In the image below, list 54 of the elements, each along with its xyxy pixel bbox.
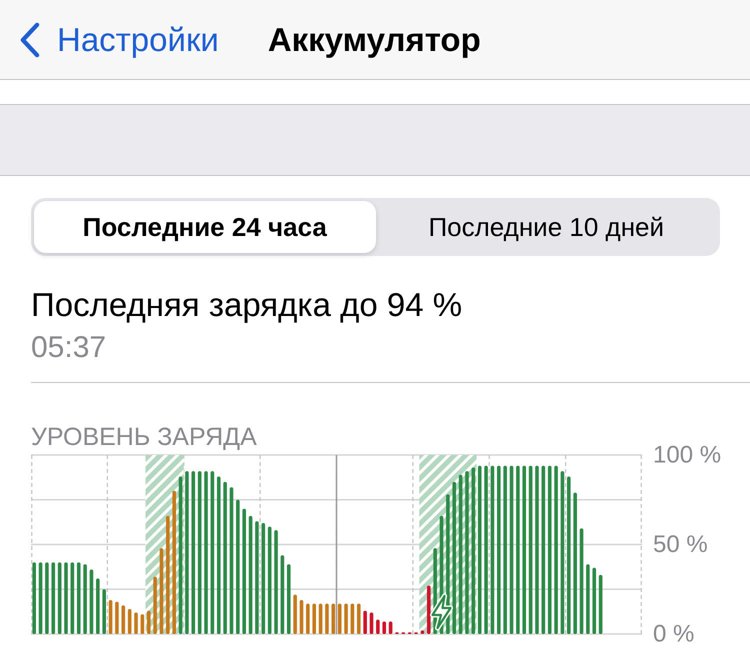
chart-bar: [592, 568, 596, 634]
chart-bar: [70, 562, 74, 634]
page-title: Аккумулятор: [268, 20, 481, 58]
chart-bar: [96, 578, 100, 634]
chart-bar: [318, 604, 322, 634]
chart-bar: [312, 604, 316, 634]
chart-bar: [128, 608, 132, 634]
chart-bar: [598, 574, 602, 634]
chart-bar: [38, 562, 42, 634]
chart-bar: [350, 604, 354, 634]
back-button[interactable]: Настройки: [18, 20, 219, 58]
chart-bar: [382, 621, 386, 634]
chart-bar: [146, 610, 151, 634]
chart-bar: [102, 589, 106, 634]
chart-bar: [58, 562, 62, 634]
chart-bar: [286, 564, 291, 634]
chart-bar: [363, 610, 367, 634]
chart-bar: [300, 600, 304, 634]
chart-bar: [32, 562, 36, 634]
chart-bar: [140, 614, 144, 634]
chart-bar: [586, 564, 590, 634]
chart-bar: [356, 604, 361, 634]
lightning-bolt-icon: [430, 594, 454, 630]
y-axis-label: 100 %: [653, 442, 722, 468]
chart-bar: [376, 620, 380, 634]
chart-bar: [45, 562, 49, 634]
segment-tab[interactable]: Последние 24 часа: [34, 201, 376, 253]
chart-bar: [76, 562, 81, 634]
chart-bar: [90, 570, 94, 634]
chart-bar: [370, 612, 374, 634]
chart-bar: [293, 594, 297, 634]
segment-tab[interactable]: Последние 10 дней: [376, 201, 717, 253]
chart-bar: [338, 604, 342, 634]
chart-bar: [51, 562, 56, 634]
chart-bar: [306, 604, 310, 634]
last-charge-title: Последняя зарядка до 94 %: [31, 286, 464, 324]
chart-bar: [153, 576, 157, 634]
chart-title: УРОВЕНЬ ЗАРЯДА: [31, 423, 258, 451]
chart-bar: [332, 604, 336, 634]
chart-bar: [121, 605, 126, 634]
chart-bar: [134, 612, 138, 634]
chart-bar: [115, 602, 119, 634]
y-axis-label: 50 %: [653, 531, 708, 558]
chart-bar: [388, 621, 392, 634]
chart-bar: [83, 564, 87, 634]
chart-bar: [325, 604, 329, 634]
chart-bar: [426, 586, 431, 634]
chart-bar: [344, 604, 348, 634]
y-axis-label: 0 %: [653, 620, 694, 648]
chart-bar: [64, 562, 68, 634]
chart-bar: [420, 630, 424, 634]
last-charge-time: 05:37: [31, 331, 108, 365]
chart-bar: [108, 600, 112, 634]
chevron-left-icon: [18, 22, 41, 58]
